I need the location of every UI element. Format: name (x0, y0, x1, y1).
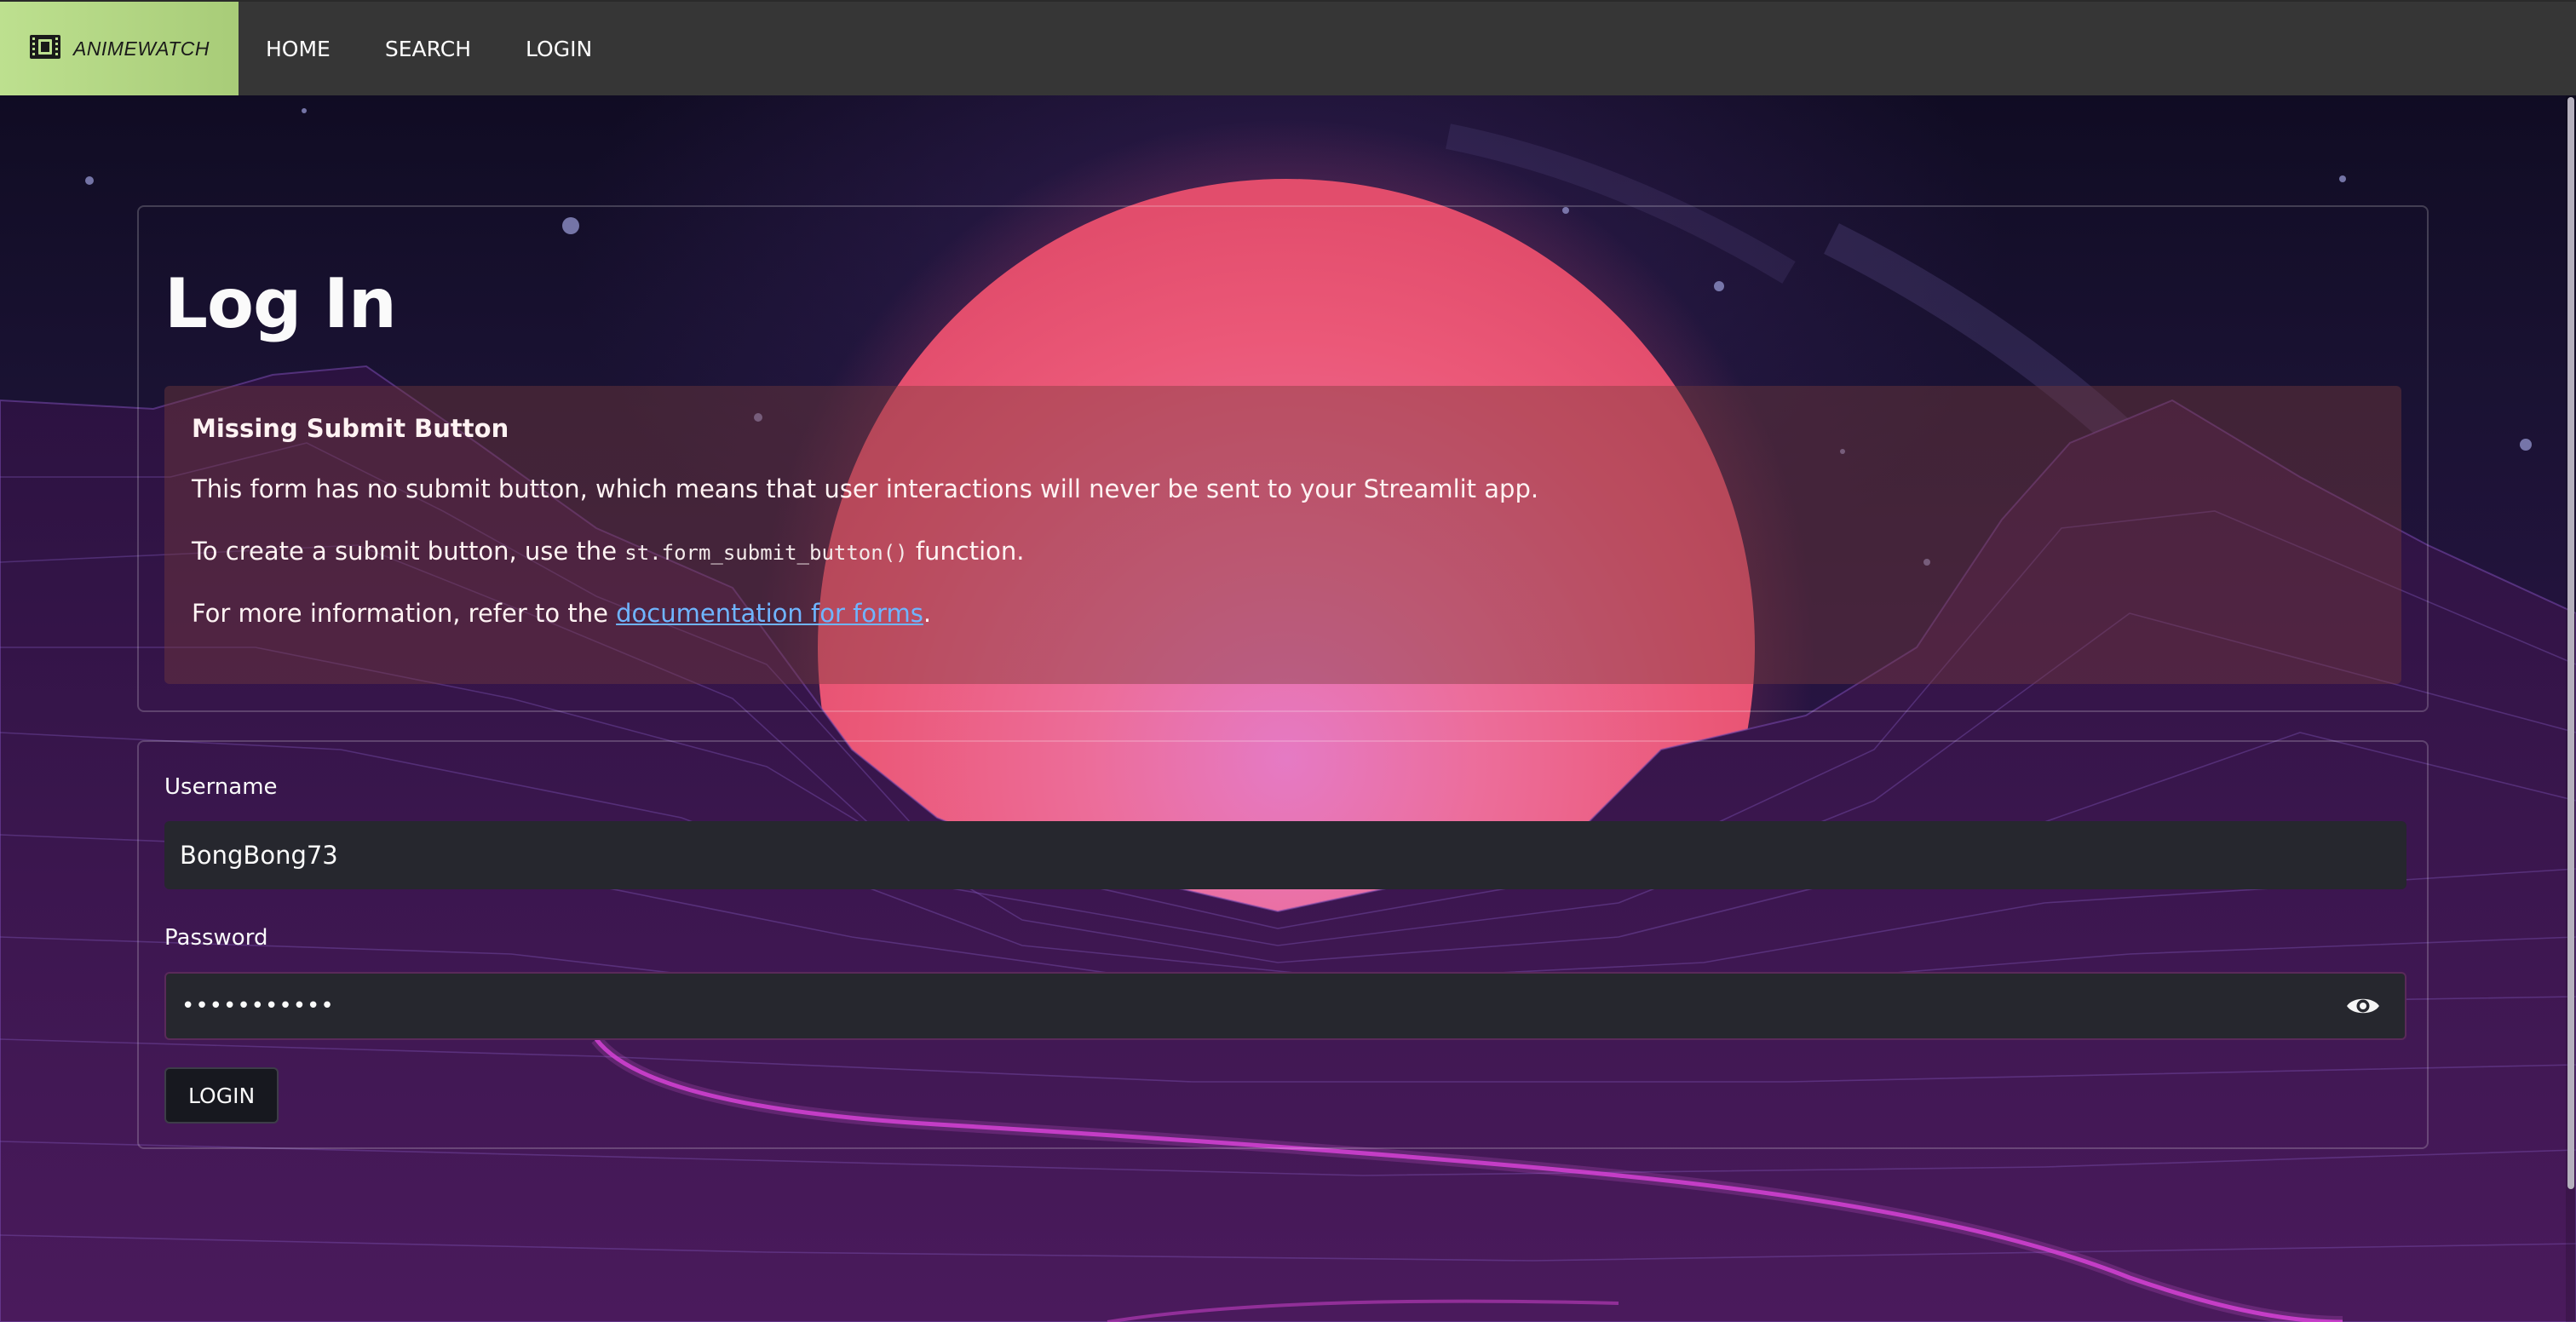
password-value[interactable]: ••••••••••• (181, 993, 2343, 1019)
warning-line-3: For more information, refer to the docum… (192, 601, 2374, 626)
warning-line-1: This form has no submit button, which me… (192, 477, 2374, 502)
warning-title: Missing Submit Button (192, 414, 509, 443)
form-container-top: Log In Missing Submit Button This form h… (137, 205, 2429, 712)
page-scrollbar[interactable] (2566, 95, 2576, 1322)
nav-search[interactable]: SEARCH (358, 2, 498, 95)
top-navbar: ANIMEWATCH HOME SEARCH LOGIN (0, 0, 2576, 95)
username-value[interactable]: BongBong73 (180, 841, 2391, 870)
warning-line-2: To create a submit button, use the st.fo… (192, 539, 2374, 564)
page-title: Log In (164, 264, 397, 343)
warning-line-3-after: . (923, 599, 932, 628)
password-label: Password (164, 925, 268, 951)
warning-line-3-before: For more information, refer to the (192, 599, 617, 628)
brand-logo[interactable]: ANIMEWATCH (0, 2, 239, 95)
username-field[interactable]: BongBong73 (164, 821, 2406, 889)
login-form: Username BongBong73 Password •••••••••••… (137, 740, 2429, 1149)
documentation-link[interactable]: documentation for forms (616, 599, 923, 628)
brand-name: ANIMEWATCH (72, 37, 210, 60)
warning-line-1-text: This form has no submit button, which me… (192, 474, 1539, 503)
username-label: Username (164, 774, 278, 800)
film-icon (29, 34, 61, 63)
scrollbar-thumb[interactable] (2567, 97, 2574, 1189)
warning-line-2-before: To create a submit button, use the (192, 537, 625, 566)
password-field[interactable]: ••••••••••• (164, 972, 2406, 1040)
login-button[interactable]: LOGIN (164, 1067, 279, 1124)
missing-submit-warning: Missing Submit Button This form has no s… (164, 386, 2401, 684)
nav-home[interactable]: HOME (239, 2, 358, 95)
nav-login[interactable]: LOGIN (498, 2, 619, 95)
warning-line-2-after: function. (907, 537, 1025, 566)
warning-code: st.form_submit_button() (624, 541, 908, 565)
eye-icon[interactable] (2343, 986, 2383, 1026)
